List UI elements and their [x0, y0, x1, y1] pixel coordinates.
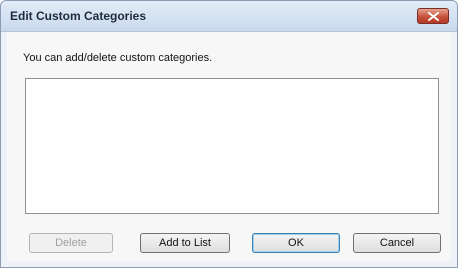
close-icon: [428, 12, 439, 21]
title-bar[interactable]: Edit Custom Categories: [1, 1, 457, 32]
close-button[interactable]: [417, 8, 449, 24]
add-to-list-button[interactable]: Add to List: [140, 233, 230, 253]
custom-categories-list[interactable]: [25, 78, 439, 214]
cancel-button[interactable]: Cancel: [353, 233, 441, 253]
edit-custom-categories-dialog: Edit Custom Categories You can add/delet…: [0, 0, 458, 268]
window-title: Edit Custom Categories: [10, 9, 147, 23]
instruction-text: You can add/delete custom categories.: [23, 52, 213, 64]
delete-button[interactable]: Delete: [29, 233, 113, 253]
ok-button[interactable]: OK: [252, 233, 340, 253]
dialog-body: You can add/delete custom categories. De…: [7, 32, 451, 261]
